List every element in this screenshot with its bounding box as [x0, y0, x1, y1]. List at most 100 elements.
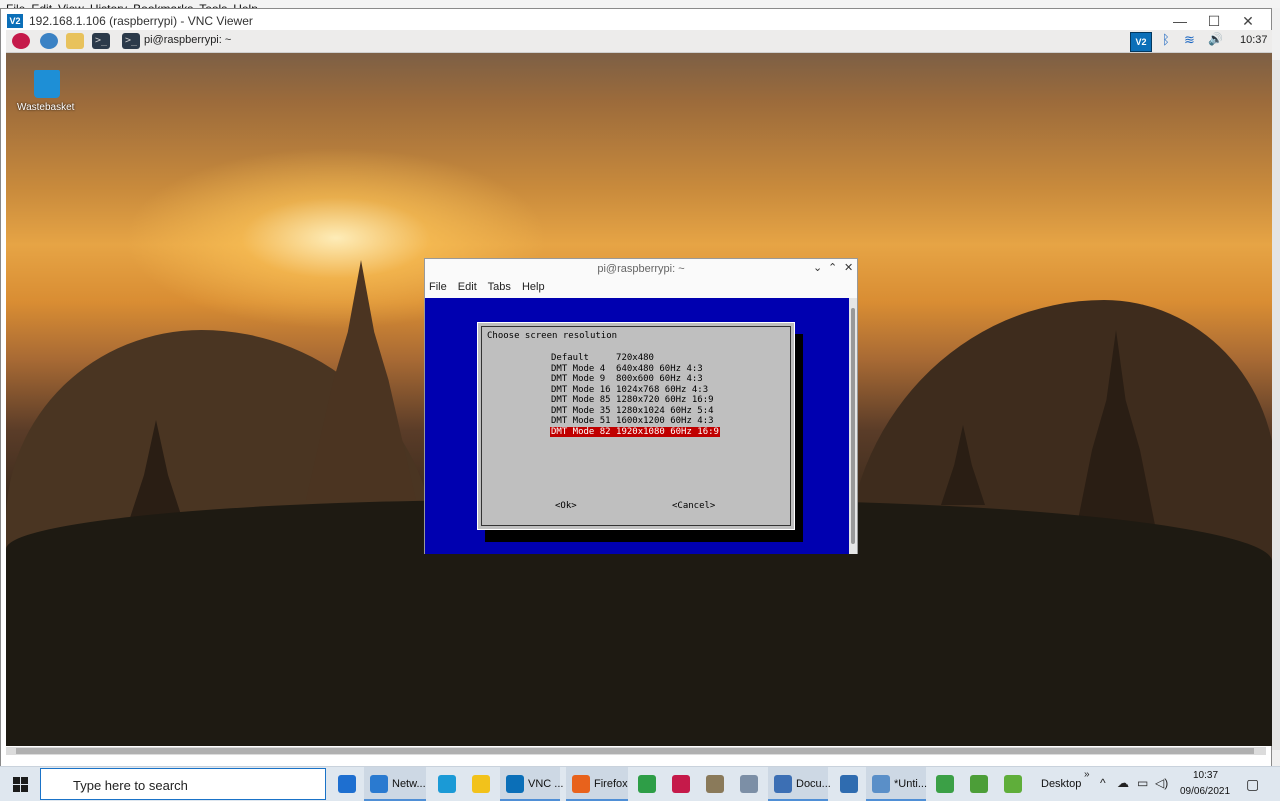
menu-tabs[interactable]: Tabs — [488, 281, 511, 293]
terminal-maximize-button[interactable]: ⌃ — [828, 261, 837, 274]
taskbar-app-label: *Unti... — [894, 778, 928, 790]
close-button[interactable]: ✕ — [1229, 11, 1267, 31]
resolution-option[interactable]: DMT Mode 51 1600x1200 60Hz 4:3 — [550, 416, 720, 427]
taskbar-app-documents[interactable]: Docu... — [768, 767, 831, 801]
remote-desktop[interactable]: >_ >_ pi@raspberrypi: ~ V2 ᛒ ≋ 🔊 10:37 W… — [6, 30, 1272, 746]
maximize-button[interactable]: ☐ — [1195, 11, 1233, 31]
edge-icon — [438, 775, 456, 793]
vnc-server-tray-icon[interactable]: V2 — [1130, 32, 1152, 52]
taskbar-app-network-share[interactable] — [834, 767, 864, 801]
terminal-screen[interactable]: Choose screen resolution Default 720x480… — [425, 298, 849, 554]
resolution-option[interactable]: DMT Mode 82 1920x1080 60Hz 16:9 — [550, 426, 720, 437]
browser-globe-icon[interactable] — [40, 33, 58, 49]
chrome-icon — [638, 775, 656, 793]
taskbar-app-label: VNC ... — [528, 778, 564, 790]
firefox-icon — [572, 775, 590, 793]
taskbar-app-firefox[interactable]: Firefox — [566, 767, 628, 801]
network-share-icon — [840, 775, 858, 793]
taskbar-app-network[interactable]: Netw... — [364, 767, 426, 801]
host-menu-bar: FileEditViewHistoryBookmarksToolsHelp — [0, 0, 1280, 8]
taskbar-app-editor-green[interactable] — [964, 767, 994, 801]
mail-icon — [338, 775, 356, 793]
taskbar-app-chrome[interactable] — [632, 767, 662, 801]
terminal-close-button[interactable]: ✕ — [844, 261, 853, 274]
speaker-icon[interactable]: ◁) — [1155, 776, 1168, 790]
menu-file[interactable]: File — [429, 281, 447, 293]
chevron-icon[interactable]: » — [1084, 769, 1090, 780]
taskbar-app-paint[interactable] — [734, 767, 764, 801]
volume-icon[interactable]: 🔊 — [1208, 32, 1223, 46]
dialog-title: Choose screen resolution — [487, 331, 618, 341]
taskbar-app-vnc[interactable]: VNC ... — [500, 767, 564, 801]
taskbar-app-raspberry[interactable] — [666, 767, 696, 801]
app-green-icon — [1004, 775, 1022, 793]
vnc-vertical-scrollbar[interactable] — [1272, 60, 1280, 750]
terminal-minimize-button[interactable]: ⌄ — [813, 261, 822, 274]
editor-green-icon — [970, 775, 988, 793]
taskbar-app-app-green[interactable] — [998, 767, 1028, 801]
terminal-title[interactable]: pi@raspberrypi: ~ — [425, 259, 857, 277]
wifi-icon[interactable]: ≋ — [1184, 32, 1195, 48]
resolution-option[interactable]: DMT Mode 9 800x600 60Hz 4:3 — [550, 374, 720, 385]
terminal-window: pi@raspberrypi: ~ ⌄ ⌃ ✕ File Edit Tabs H… — [424, 258, 858, 554]
resolution-dialog: Choose screen resolution Default 720x480… — [477, 322, 795, 530]
pi-clock: 10:37 — [1240, 34, 1268, 46]
vnc-horizontal-scrollbar[interactable] — [6, 747, 1266, 755]
terminal-launcher-icon[interactable]: >_ — [92, 33, 110, 49]
terminal-scroll-thumb[interactable] — [851, 308, 855, 544]
vnc-window-title: 192.168.1.106 (raspberrypi) - VNC Viewer — [29, 14, 253, 28]
network-icon[interactable]: ▭ — [1137, 776, 1148, 790]
file-manager-folder-icon[interactable] — [66, 33, 84, 49]
taskbar-search-box[interactable]: Type here to search — [40, 768, 326, 800]
notification-icon[interactable]: ▢ — [1246, 776, 1259, 793]
raspberry-icon — [672, 775, 690, 793]
resolution-option[interactable]: DMT Mode 16 1024x768 60Hz 4:3 — [550, 385, 720, 396]
terminal-task-icon[interactable]: >_ — [122, 33, 140, 49]
windows-start-icon[interactable] — [0, 767, 40, 801]
vnc-horizontal-scroll-thumb[interactable] — [16, 748, 1254, 754]
vnc-icon — [506, 775, 524, 793]
taskbar-app-label: Netw... — [392, 778, 426, 790]
taskbar-app-scanner[interactable] — [700, 767, 730, 801]
pi-top-panel: >_ >_ pi@raspberrypi: ~ V2 ᛒ ≋ 🔊 10:37 — [6, 30, 1272, 53]
tool-green-icon — [936, 775, 954, 793]
taskbar-app-label: Firefox — [594, 778, 628, 790]
taskbar-app-tool-green[interactable] — [930, 767, 960, 801]
resolution-list: Default 720x480 DMT Mode 4 640x480 60Hz … — [550, 353, 720, 437]
wastebasket-icon[interactable] — [34, 70, 60, 98]
desktop-toolbar-label[interactable]: Desktop — [1041, 778, 1081, 790]
terminal-task-button[interactable]: pi@raspberrypi: ~ — [144, 34, 231, 46]
taskbar-app-sticky-notes[interactable] — [466, 767, 496, 801]
minimize-button[interactable]: — — [1161, 11, 1199, 31]
terminal-scrollbar[interactable] — [849, 298, 857, 554]
menu-help[interactable]: Help — [522, 281, 545, 293]
ok-button[interactable]: <Ok> — [555, 501, 577, 511]
resolution-option[interactable]: DMT Mode 35 1280x1024 60Hz 5:4 — [550, 406, 720, 417]
taskbar-time[interactable]: 10:37 — [1193, 770, 1218, 781]
bluetooth-icon[interactable]: ᛒ — [1162, 32, 1170, 47]
taskbar-app-mail[interactable] — [332, 767, 362, 801]
show-hidden-icons-icon[interactable]: ^ — [1100, 776, 1106, 790]
menu-edit[interactable]: Edit — [458, 281, 477, 293]
terminal-menubar: File Edit Tabs Help — [429, 281, 553, 297]
taskbar-app-label: Docu... — [796, 778, 831, 790]
vnc-logo-icon: V2 — [7, 14, 23, 28]
resolution-option[interactable]: DMT Mode 4 640x480 60Hz 4:3 — [550, 364, 720, 375]
network-icon — [370, 775, 388, 793]
cancel-button[interactable]: <Cancel> — [672, 501, 715, 511]
notepad-icon — [872, 775, 890, 793]
windows-taskbar: Type here to search Netw... VNC ... Firefo… — [0, 766, 1280, 801]
taskbar-app-notepad[interactable]: *Unti... — [866, 767, 928, 801]
raspberry-menu-icon[interactable] — [12, 33, 30, 49]
resolution-option[interactable]: DMT Mode 85 1280x720 60Hz 16:9 — [550, 395, 720, 406]
search-placeholder: Type here to search — [73, 778, 188, 793]
paint-icon — [740, 775, 758, 793]
sticky-notes-icon — [472, 775, 490, 793]
scanner-icon — [706, 775, 724, 793]
wastebasket-label[interactable]: Wastebasket — [17, 102, 74, 113]
documents-icon — [774, 775, 792, 793]
taskbar-date[interactable]: 09/06/2021 — [1180, 786, 1230, 797]
resolution-option[interactable]: Default 720x480 — [550, 353, 720, 364]
onedrive-cloud-icon[interactable]: ☁ — [1117, 776, 1129, 790]
taskbar-app-edge[interactable] — [432, 767, 462, 801]
